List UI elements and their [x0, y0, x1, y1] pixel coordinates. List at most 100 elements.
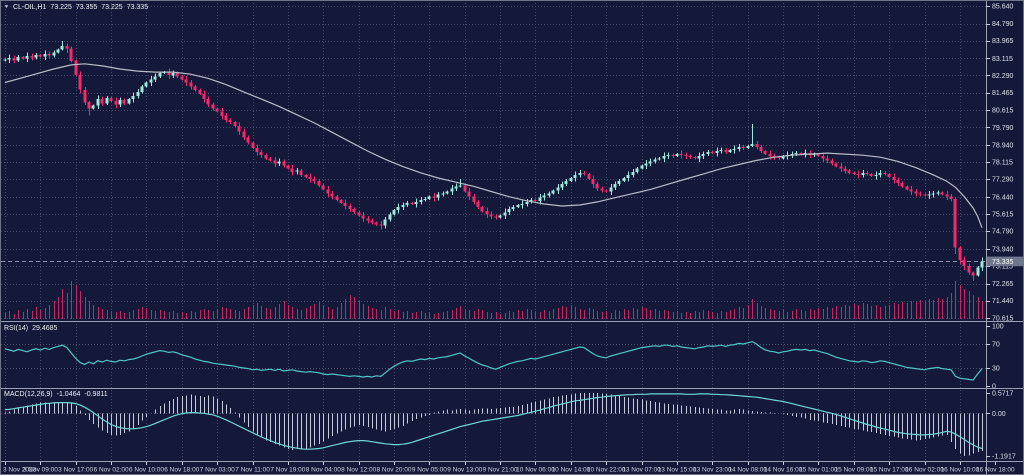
candle-body — [451, 188, 454, 191]
candle-body — [862, 173, 865, 175]
candle-body — [552, 191, 555, 194]
candle-body — [605, 191, 608, 192]
candle-body — [981, 261, 984, 267]
volume-bars — [6, 281, 983, 319]
price-tick-label: 70.615 — [992, 315, 1014, 322]
candle-body — [844, 169, 847, 171]
candle-body — [318, 181, 321, 185]
candle-body — [756, 144, 759, 147]
candle-body — [848, 171, 851, 173]
candle-body — [574, 175, 577, 178]
candle-body — [247, 138, 250, 143]
candle-body — [919, 194, 922, 195]
price-axis: 85.64084.79083.96583.11582.29081.46580.6… — [986, 3, 1024, 322]
macd-indicator-label: MACD(12,26,9)-1.0464-0.9811 — [4, 391, 112, 399]
candle-body — [866, 173, 869, 174]
time-tick-label: 13 Nov 07:00 — [622, 467, 661, 474]
candle-body — [411, 203, 414, 204]
candle-body — [53, 52, 56, 55]
candle-body — [561, 184, 564, 187]
candle-body — [274, 160, 277, 163]
candle-body — [543, 196, 546, 198]
candle-body — [928, 195, 931, 196]
candle-body — [711, 152, 714, 153]
candle-body — [260, 152, 263, 155]
candle-body — [857, 174, 860, 175]
price-tick-label: 83.115 — [992, 56, 1013, 63]
candle-body — [468, 192, 471, 197]
candle-body — [207, 99, 210, 104]
rsi-line — [5, 342, 982, 380]
candle-body — [375, 223, 378, 225]
candle-body — [508, 209, 511, 212]
candle-body — [822, 156, 825, 158]
candle-body — [486, 211, 489, 214]
candle-body — [548, 194, 551, 196]
candle-body — [954, 199, 957, 248]
candle-body — [464, 185, 467, 191]
candle-body — [358, 212, 361, 215]
candle-body — [66, 46, 69, 48]
chart-canvas[interactable]: 85.64084.79083.96583.11582.29081.46580.6… — [1, 1, 1024, 475]
candle-body — [26, 56, 29, 59]
candle-body — [437, 195, 440, 198]
time-tick-label: 14 Nov 16:00 — [764, 467, 803, 474]
time-tick-label: 10 Nov 22:00 — [587, 467, 626, 474]
time-tick-label: 16 Nov 18:00 — [976, 467, 1015, 474]
candle-body — [256, 148, 259, 152]
candle-body — [243, 131, 246, 137]
candle-body — [972, 273, 975, 276]
candle-body — [22, 57, 25, 59]
price-tick-label: 75.615 — [992, 212, 1014, 219]
chart-title: ▼CL-OIL,H173.22573.35573.22573.335 — [4, 3, 152, 12]
candle-body — [751, 144, 754, 146]
candle-body — [534, 200, 537, 201]
candle-body — [367, 219, 370, 221]
candle-body — [132, 96, 135, 99]
time-tick-label: 9 Nov 21:00 — [483, 467, 518, 474]
time-tick-label: 10 Nov 06:00 — [516, 467, 555, 474]
candle-body — [835, 164, 838, 167]
candle-body — [110, 98, 113, 101]
rsi-name: RSI(14) — [4, 325, 28, 332]
candle-body — [420, 200, 423, 202]
candle-body — [57, 49, 60, 52]
candle-body — [592, 179, 595, 184]
candle-body — [459, 185, 462, 186]
candle-body — [720, 150, 723, 151]
time-tick-label: 13 Nov 23:00 — [693, 467, 732, 474]
candle-body — [159, 73, 162, 76]
time-tick-label: 6 Nov 18:00 — [164, 467, 199, 474]
candle-body — [145, 83, 148, 87]
current-price-label: 73.335 — [992, 259, 1014, 266]
candle-body — [817, 154, 820, 156]
price-tick-label: 80.615 — [992, 108, 1014, 115]
candle-body — [172, 73, 175, 75]
candle-body — [300, 171, 303, 175]
candle-body — [517, 205, 520, 207]
candle-body — [4, 60, 7, 61]
rsi-indicator-label: RSI(14)29.4685 — [4, 325, 61, 333]
candle-body — [336, 197, 339, 200]
candle-body — [216, 109, 219, 112]
time-axis[interactable]: 3 Nov 20233 Nov 09:003 Nov 17:006 Nov 02… — [3, 462, 1015, 474]
macd-name: MACD(12,26,9) — [4, 391, 53, 398]
price-tick-label: 72.265 — [992, 281, 1014, 288]
time-tick-label: 9 Nov 05:00 — [412, 467, 447, 474]
window-marker-icon[interactable]: ▼ — [4, 4, 9, 10]
candle-body — [269, 158, 272, 160]
candle-body — [915, 192, 918, 194]
price-tick-label: 79.790 — [992, 125, 1014, 132]
price-tick-label: 81.465 — [992, 90, 1014, 97]
candle-body — [968, 266, 971, 272]
price-tick-label: 82.290 — [992, 73, 1014, 80]
time-tick-label: 7 Nov 11:00 — [235, 467, 270, 474]
ohlc-low: 73.225 — [101, 4, 122, 11]
candle-body — [570, 178, 573, 181]
candle-body — [932, 194, 935, 195]
candle-body — [31, 56, 34, 58]
rsi-axis: 10070300 — [986, 324, 1004, 391]
candle-body — [92, 105, 95, 108]
candle-body — [539, 198, 542, 201]
candle-body — [48, 54, 51, 56]
